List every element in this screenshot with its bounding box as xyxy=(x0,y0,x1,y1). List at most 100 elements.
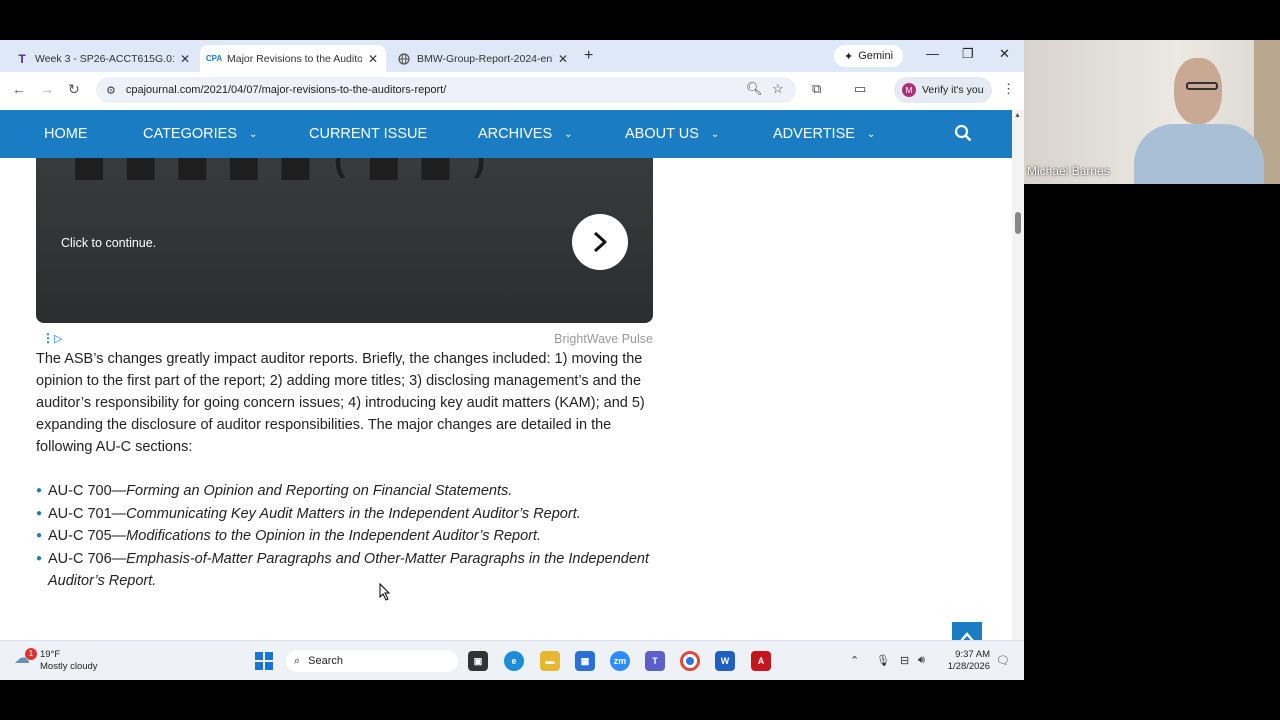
network-icon[interactable]: ⊟ xyxy=(900,654,909,667)
address-bar-row: ← → ↻ ⚙ cpajournal.com/2021/04/07/major-… xyxy=(0,72,1024,108)
gemini-label: Gemini xyxy=(858,50,894,62)
nav-current-issue[interactable]: CURRENT ISSUE xyxy=(309,110,427,158)
reload-icon[interactable]: ↻ xyxy=(68,81,80,98)
bookmark-star-icon[interactable]: ☆ xyxy=(772,81,784,97)
nav-home[interactable]: HOME xyxy=(44,110,88,158)
list-item: ● AU-C 706—Emphasis-of-Matter Paragraphs … xyxy=(36,548,656,593)
section-title: Modifications to the Opinion in the Inde… xyxy=(126,528,542,544)
chevron-down-icon: ⌄ xyxy=(564,128,573,140)
url-text[interactable]: cpajournal.com/2021/04/07/major-revision… xyxy=(126,84,446,96)
list-item: ● AU-C 705—Modifications to the Opinion i… xyxy=(36,525,656,548)
store-icon[interactable]: ▦ xyxy=(575,651,595,671)
globe-icon xyxy=(398,52,410,65)
webcam-feed: Michael Barnes xyxy=(1024,40,1280,184)
section-code: AU-C 706— xyxy=(48,550,127,567)
chevron-down-icon: ⌄ xyxy=(866,128,876,140)
nav-label: CURRENT ISSUE xyxy=(309,126,428,142)
bullet-icon: ● xyxy=(36,507,43,519)
bullet-icon: ● xyxy=(36,530,43,541)
close-tab-icon[interactable]: ✕ xyxy=(180,52,190,66)
nav-label: CATEGORIES xyxy=(143,126,237,142)
forward-icon[interactable]: → xyxy=(40,81,54,97)
system-clock[interactable]: 9:37 AM 1/28/2026 xyxy=(940,649,990,673)
notifications-icon[interactable]: 🗨︎ xyxy=(996,654,1010,667)
nav-advertise[interactable]: ADVERTISE ⌄ xyxy=(773,110,875,158)
acrobat-icon[interactable]: A xyxy=(751,651,771,671)
chevron-down-icon: ⌄ xyxy=(710,128,720,140)
nav-archives[interactable]: ARCHIVES ⌄ xyxy=(478,110,573,158)
teams-icon[interactable]: T xyxy=(645,651,665,671)
participant-glasses xyxy=(1186,82,1218,90)
ad-footer: ⋮ ▷ BrightWave Pulse xyxy=(36,331,653,347)
verify-label: Verify it's you xyxy=(922,84,984,96)
section-title: Forming an Opinion and Reporting on Fina… xyxy=(126,483,513,499)
nav-categories[interactable]: CATEGORIES ⌄ xyxy=(143,110,257,158)
next-arrow-button[interactable] xyxy=(572,214,628,270)
url-bar[interactable]: ⚙ cpajournal.com/2021/04/07/major-revisi… xyxy=(96,77,796,103)
taskbar-search[interactable]: ⌕ Search xyxy=(286,650,458,672)
nav-about-us[interactable]: ABOUT US ⌄ xyxy=(625,110,719,158)
nav-label: HOME xyxy=(44,126,88,142)
tab-title: Major Revisions to the Auditor' xyxy=(227,52,362,65)
chrome-icon[interactable] xyxy=(680,651,700,671)
article-paragraph: The ASB’s changes greatly impact auditor… xyxy=(36,351,645,455)
ad-options-icon[interactable]: ⋮ xyxy=(42,331,54,345)
verify-profile-button[interactable]: M Verify it's you xyxy=(894,77,992,103)
click-to-continue-text: Click to continue. xyxy=(61,236,157,250)
zoom-app-icon[interactable]: zm xyxy=(610,651,630,671)
tab-bmw-report[interactable]: BMW-Group-Report-2024-en.p ✕ xyxy=(390,45,576,72)
browser-tab-strip: T Week 3 - SP26-ACCT615G.01 S ✕ CPA Majo… xyxy=(0,40,1024,72)
section-title: Emphasis-of-Matter Paragraphs and Other-… xyxy=(48,550,650,590)
section-code: AU-C 705— xyxy=(48,528,127,544)
word-icon[interactable]: W xyxy=(715,651,735,671)
volume-icon[interactable]: 🔊︎ xyxy=(918,654,925,667)
clock-date: 1/28/2026 xyxy=(947,661,990,672)
task-view-icon[interactable]: ▣ xyxy=(468,651,488,671)
ad-brand: BrightWave Pulse xyxy=(554,332,653,346)
new-tab-button[interactable]: + xyxy=(584,47,593,65)
adchoices-icon[interactable]: ▷ xyxy=(54,332,62,345)
nav-label: ARCHIVES xyxy=(478,126,553,142)
file-explorer-icon[interactable]: ▬ xyxy=(540,651,560,671)
participant-body xyxy=(1134,124,1264,184)
search-icon[interactable] xyxy=(954,124,972,142)
nav-label: ADVERTISE xyxy=(773,126,855,142)
microphone-icon[interactable]: 🎙︎ xyxy=(876,654,890,667)
section-code: AU-C 701— xyxy=(48,505,127,522)
restore-icon[interactable]: ❐ xyxy=(962,46,974,62)
minimize-icon[interactable]: — xyxy=(926,46,939,61)
close-window-icon[interactable]: ✕ xyxy=(999,46,1010,62)
edge-icon[interactable]: e xyxy=(504,651,524,671)
weather-widget[interactable]: ☁ 1 19°F Mostly cloudy xyxy=(14,648,98,673)
tray-overflow-icon[interactable]: ⌃ xyxy=(850,654,859,667)
browser-menu-icon[interactable]: ⋮ xyxy=(1002,81,1015,97)
scroll-up-icon[interactable]: ▲ xyxy=(1014,112,1021,119)
chevron-right-icon xyxy=(593,231,607,253)
clock-time: 9:37 AM xyxy=(955,649,990,660)
close-tab-icon[interactable]: ✕ xyxy=(368,52,378,66)
tab-major-revisions[interactable]: CPA Major Revisions to the Auditor' ✕ xyxy=(200,45,386,72)
bullet-icon: ● xyxy=(36,485,43,496)
start-button[interactable] xyxy=(255,652,273,670)
mouse-cursor-icon xyxy=(379,583,391,601)
back-icon[interactable]: ← xyxy=(12,81,26,97)
bullet-icon: ● xyxy=(36,552,43,564)
windows-taskbar: ☁ 1 19°F Mostly cloudy ⌕ Search ▣ e ▬ ▦ … xyxy=(0,640,1024,680)
gemini-button[interactable]: ✦ Gemini xyxy=(834,45,904,67)
cast-icon[interactable]: ▭ xyxy=(854,81,866,97)
site-info-icon[interactable]: ⚙ xyxy=(106,84,116,97)
tab-title: Week 3 - SP26-ACCT615G.01 S xyxy=(35,52,174,65)
scrollbar-thumb[interactable] xyxy=(1015,212,1021,234)
notification-badge: 1 xyxy=(25,648,37,660)
cpa-favicon-icon: CPA xyxy=(205,54,223,63)
tab-week3[interactable]: T Week 3 - SP26-ACCT615G.01 S ✕ xyxy=(8,45,198,72)
search-icon: ⌕ xyxy=(294,654,301,667)
close-tab-icon[interactable]: ✕ xyxy=(558,52,568,66)
page-scrollbar[interactable]: ▲ ▼ xyxy=(1012,110,1024,680)
zoom-icon[interactable]: 🔍︎ xyxy=(746,81,763,97)
list-item: ● AU-C 700—Forming an Opinion and Reporti… xyxy=(36,480,656,503)
section-title: Communicating Key Audit Matters in the I… xyxy=(126,505,581,522)
extensions-icon[interactable]: ⧉ xyxy=(812,81,821,97)
au-c-section-list: ● AU-C 700—Forming an Opinion and Reporti… xyxy=(36,480,656,593)
video-ad-player[interactable]: ▆ ▆ ▆ ▆ ▆ ( ▆ ▆ ) Click to continue. xyxy=(36,158,653,323)
